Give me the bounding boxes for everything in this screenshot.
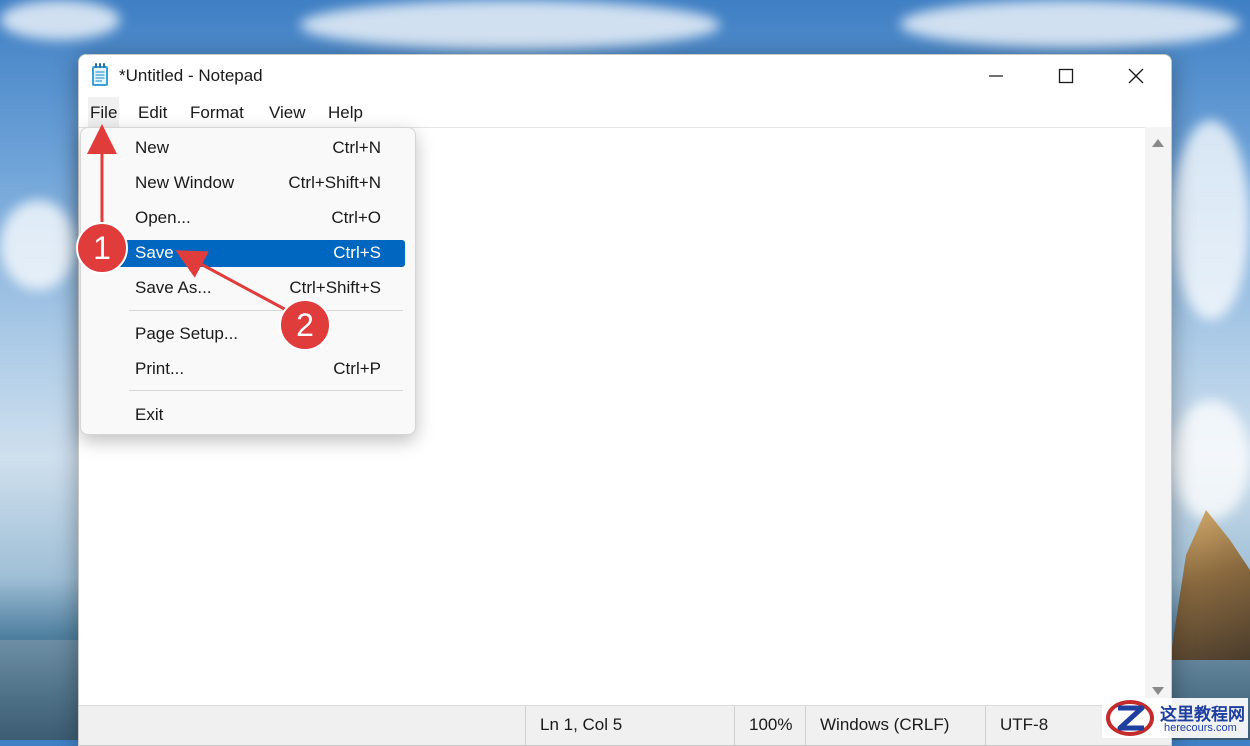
menu-item-shortcut: Ctrl+N xyxy=(332,138,381,157)
cloud xyxy=(1172,400,1250,520)
menu-item-save[interactable]: Save Ctrl+S xyxy=(87,240,405,267)
menu-format[interactable]: Format xyxy=(188,97,246,127)
menu-item-label: Exit xyxy=(135,405,164,424)
menu-item-shortcut: Ctrl+Shift+S xyxy=(289,278,381,297)
scroll-up-arrow-icon[interactable] xyxy=(1152,139,1164,147)
line-ending: Windows (CRLF) xyxy=(805,706,980,745)
minimize-icon xyxy=(989,75,1003,77)
cloud xyxy=(1172,120,1250,320)
minimize-button[interactable] xyxy=(961,55,1031,97)
menu-item-label: Save As... xyxy=(135,278,212,297)
menu-item-label: New xyxy=(135,138,170,157)
menu-item-shortcut: Ctrl+S xyxy=(333,243,381,262)
maximize-button[interactable] xyxy=(1031,55,1101,97)
menu-item-label: Open... xyxy=(135,208,191,227)
cursor-position: Ln 1, Col 5 xyxy=(525,706,720,745)
window-title: *Untitled - Notepad xyxy=(119,66,263,85)
menu-item-page-setup[interactable]: Page Setup... xyxy=(87,321,405,348)
maximize-icon xyxy=(1058,68,1074,84)
menu-item-new-window[interactable]: New Window Ctrl+Shift+N xyxy=(87,170,405,197)
menu-item-label: Print... xyxy=(135,359,185,378)
close-button[interactable] xyxy=(1101,55,1171,97)
menu-item-shortcut: Ctrl+Shift+N xyxy=(288,173,381,192)
notepad-icon xyxy=(92,63,108,86)
cliff xyxy=(1170,510,1250,660)
menu-item-exit[interactable]: Exit xyxy=(87,402,405,429)
menu-separator xyxy=(129,390,403,391)
scroll-down-arrow-icon[interactable] xyxy=(1152,687,1164,695)
menu-help[interactable]: Help xyxy=(326,97,365,127)
menu-item-shortcut: Ctrl+O xyxy=(331,208,381,227)
menu-bar: File Edit Format View Help xyxy=(79,97,1171,127)
watermark-url: herecours.com xyxy=(1164,722,1237,734)
watermark: 这里教程网 herecours.com xyxy=(1102,698,1248,738)
menu-item-label: Page Setup... xyxy=(135,324,239,343)
cloud xyxy=(0,0,120,40)
menu-view[interactable]: View xyxy=(267,97,308,127)
cloud xyxy=(0,200,76,290)
menu-separator xyxy=(129,310,403,311)
vertical-scrollbar[interactable] xyxy=(1145,127,1171,705)
menu-file[interactable]: File xyxy=(88,97,120,127)
menu-item-label: New Window xyxy=(135,173,235,192)
close-icon xyxy=(1128,68,1144,84)
menu-edit[interactable]: Edit xyxy=(136,97,169,127)
cloud xyxy=(900,0,1240,48)
file-menu-dropdown: New Ctrl+N New Window Ctrl+Shift+N Open.… xyxy=(80,127,416,435)
watermark-logo-icon xyxy=(1106,700,1154,736)
menu-item-save-as[interactable]: Save As... Ctrl+Shift+S xyxy=(87,275,405,302)
menu-item-new[interactable]: New Ctrl+N xyxy=(87,135,405,162)
menu-item-open[interactable]: Open... Ctrl+O xyxy=(87,205,405,232)
menu-item-print[interactable]: Print... Ctrl+P xyxy=(87,356,405,383)
cloud xyxy=(300,0,720,50)
title-bar[interactable]: *Untitled - Notepad xyxy=(79,55,1171,97)
menu-item-shortcut: Ctrl+P xyxy=(333,359,381,378)
menu-item-label: Save xyxy=(135,243,174,262)
